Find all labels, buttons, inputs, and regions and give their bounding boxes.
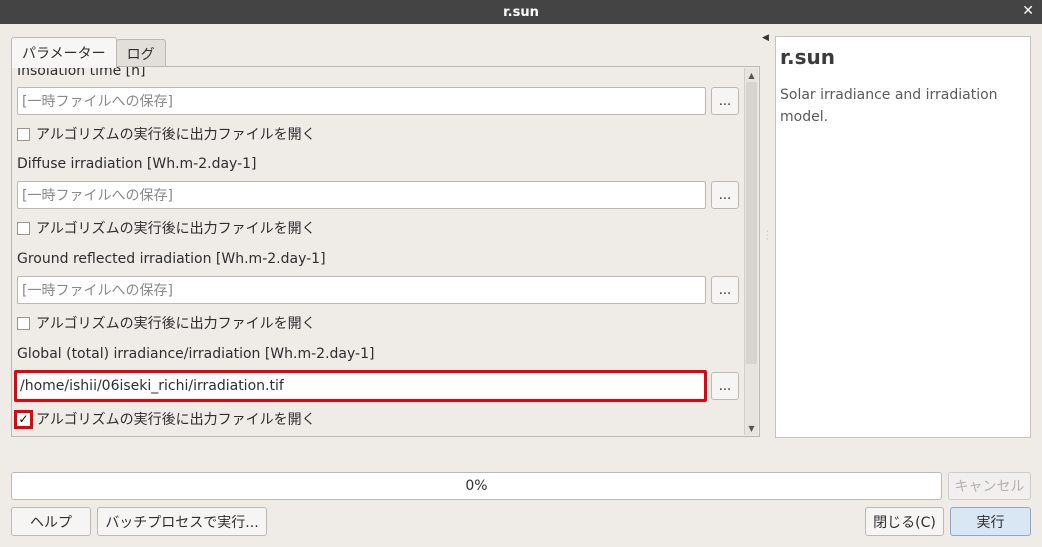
diffuse-open-after-checkbox[interactable]: アルゴリズムの実行後に出力ファイルを開く xyxy=(17,217,316,239)
help-button[interactable]: ヘルプ xyxy=(11,507,91,536)
collapse-help-icon[interactable]: ◀ xyxy=(762,33,769,43)
help-description: Solar irradiance and irradiation model. xyxy=(780,87,998,125)
tab-bar: パラメーター ログ xyxy=(11,37,166,68)
checkbox-checked[interactable]: ✓ xyxy=(14,409,33,429)
help-title: r.sun xyxy=(780,45,835,69)
diffuse-irradiation-label: Diffuse irradiation [Wh.m-2.day-1] xyxy=(17,156,257,172)
tab-log[interactable]: ログ xyxy=(115,39,166,67)
vertical-scrollbar[interactable]: ▲ ▼ xyxy=(744,68,758,435)
progress-bar: 0% xyxy=(11,472,942,500)
checkbox-box[interactable] xyxy=(17,127,30,141)
global-open-after-checkbox[interactable]: ✓ アルゴリズムの実行後に出力ファイルを開く xyxy=(14,408,316,430)
open-after-label: アルゴリズムの実行後に出力ファイルを開く xyxy=(36,127,316,143)
checkbox-box[interactable] xyxy=(17,316,30,330)
ground-open-after-checkbox[interactable]: アルゴリズムの実行後に出力ファイルを開く xyxy=(17,312,316,334)
diffuse-output-field[interactable]: [一時ファイルへの保存] xyxy=(17,181,706,209)
open-after-label: アルゴリズムの実行後に出力ファイルを開く xyxy=(36,316,316,332)
diffuse-browse-button[interactable]: ... xyxy=(711,181,739,209)
batch-process-button[interactable]: バッチプロセスで実行... xyxy=(97,507,267,536)
window-titlebar: r.sun ✕ xyxy=(0,0,1042,24)
insolation-time-label: Insolation time [h] xyxy=(17,66,146,79)
global-irradiation-label: Global (total) irradiance/irradiation [W… xyxy=(17,346,375,362)
close-icon[interactable]: ✕ xyxy=(1022,3,1034,19)
scroll-down-icon[interactable]: ▼ xyxy=(745,421,758,435)
scroll-up-icon[interactable]: ▲ xyxy=(745,68,758,82)
help-panel: r.sun Solar irradiance and irradiation m… xyxy=(775,36,1031,438)
scroll-thumb[interactable] xyxy=(746,82,757,364)
splitter-handle[interactable]: · · · xyxy=(766,228,769,244)
insolation-open-after-checkbox[interactable]: アルゴリズムの実行後に出力ファイルを開く xyxy=(17,123,316,145)
ground-output-field[interactable]: [一時ファイルへの保存] xyxy=(17,276,706,304)
global-browse-button[interactable]: ... xyxy=(711,372,739,400)
close-button[interactable]: 閉じる(C) xyxy=(865,507,944,536)
checkbox-box[interactable] xyxy=(17,221,30,235)
parameters-panel: Insolation time [h] [一時ファイルへの保存] ... アルゴ… xyxy=(11,66,760,437)
insolation-output-field[interactable]: [一時ファイルへの保存] xyxy=(17,87,706,115)
ground-browse-button[interactable]: ... xyxy=(711,276,739,304)
progress-text: 0% xyxy=(465,478,488,494)
global-output-field[interactable]: /home/ishii/06iseki_richi/irradiation.ti… xyxy=(14,370,707,402)
insolation-browse-button[interactable]: ... xyxy=(711,87,739,115)
open-after-label: アルゴリズムの実行後に出力ファイルを開く xyxy=(36,221,316,237)
open-after-label: アルゴリズムの実行後に出力ファイルを開く xyxy=(36,412,316,428)
window-title: r.sun xyxy=(503,4,539,20)
ground-reflected-label: Ground reflected irradiation [Wh.m-2.day… xyxy=(17,251,326,267)
cancel-button: キャンセル xyxy=(948,472,1031,500)
tab-parameters[interactable]: パラメーター xyxy=(11,37,117,68)
run-button[interactable]: 実行 xyxy=(950,507,1031,536)
